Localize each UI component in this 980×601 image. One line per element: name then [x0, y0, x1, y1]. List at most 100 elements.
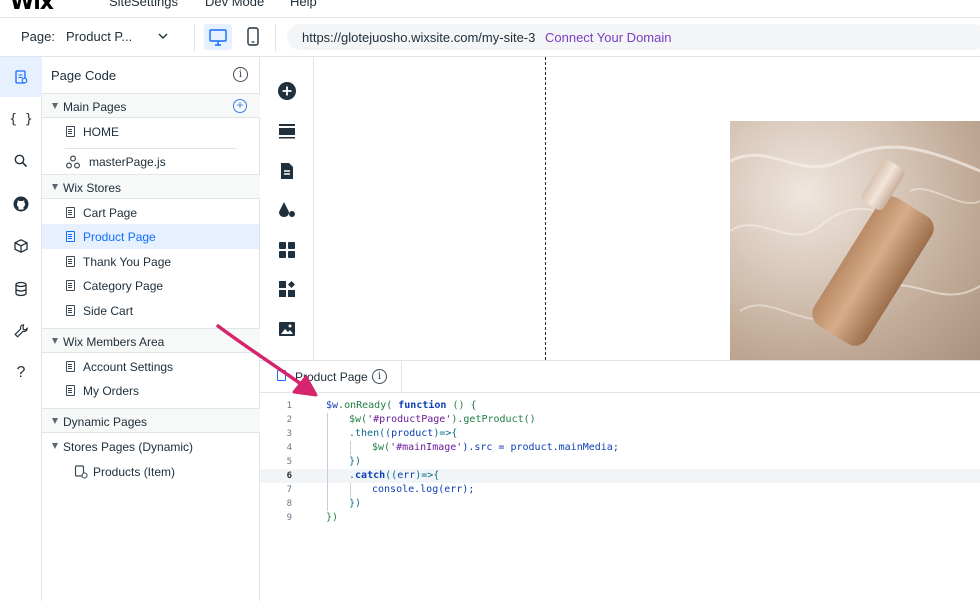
file-home[interactable]: HOME: [42, 119, 259, 144]
code-text: .catch((err)=>{: [349, 470, 440, 481]
code-text: .then((product)=>{: [349, 428, 458, 439]
pages-menu-icon[interactable]: [277, 161, 297, 181]
code-line: 5 }): [260, 455, 980, 469]
file-product-page[interactable]: Product Page: [42, 224, 259, 249]
file-label: My Orders: [83, 384, 140, 398]
info-icon[interactable]: i: [233, 67, 248, 82]
file-account-settings[interactable]: Account Settings: [42, 354, 259, 379]
info-icon[interactable]: i: [372, 369, 387, 384]
code-line: 3 .then((product)=>{: [260, 427, 980, 441]
packages-icon: [14, 239, 28, 253]
file-label: Products (Item): [93, 465, 176, 479]
line-number: 1: [286, 401, 292, 411]
file-cart-page[interactable]: Cart Page: [42, 200, 259, 225]
line-number: 9: [286, 513, 292, 523]
line-number: 7: [286, 485, 292, 495]
toolbar-divider: [194, 24, 195, 52]
code-text: console.log(err);: [372, 484, 475, 495]
rail-databases[interactable]: [0, 269, 42, 309]
dynamic-page-icon: [74, 465, 88, 479]
chevron-down-icon[interactable]: [157, 30, 169, 42]
menu-help[interactable]: Help: [290, 0, 317, 9]
media-icon[interactable]: [277, 319, 297, 339]
code-text: $w('#productPage').getProduct(): [349, 414, 536, 425]
left-icon-rail: { } ?: [0, 57, 42, 601]
rail-developer-tools[interactable]: [0, 311, 42, 351]
section-wix-members[interactable]: Wix Members Area: [42, 328, 260, 353]
add-page-icon[interactable]: +: [233, 99, 247, 113]
code-editor[interactable]: Product Page i 1 $w.onReady( function ()…: [260, 360, 980, 601]
collapse-triangle-icon: [52, 443, 58, 449]
mobile-view-button[interactable]: [242, 24, 264, 50]
code-area[interactable]: 1 $w.onReady( function () { 2 $w('#produ…: [260, 399, 980, 525]
code-line-active: 6 .catch((err)=>{: [260, 469, 980, 483]
file-category-page[interactable]: Category Page: [42, 273, 259, 298]
file-label: Cart Page: [83, 206, 138, 220]
section-label: Dynamic Pages: [63, 415, 148, 429]
section-label: Wix Stores: [63, 181, 122, 195]
section-main-pages[interactable]: Main Pages +: [42, 93, 260, 118]
menu-dev-mode[interactable]: Dev Mode: [205, 0, 264, 9]
help-icon: ?: [16, 364, 26, 381]
file-label: Product Page: [83, 230, 156, 244]
page-file-icon: [66, 280, 75, 291]
rail-page-code[interactable]: [0, 57, 42, 97]
connect-domain-link[interactable]: Connect Your Domain: [545, 30, 671, 45]
rail-public-backend[interactable]: { }: [0, 99, 42, 139]
rail-packages[interactable]: [0, 226, 42, 266]
section-wix-stores[interactable]: Wix Stores: [42, 174, 260, 199]
line-number: 8: [286, 499, 292, 509]
desktop-icon: [209, 29, 227, 46]
page-selector[interactable]: Product P...: [66, 29, 132, 44]
rail-help[interactable]: ?: [0, 353, 42, 393]
page-file-icon: [66, 385, 75, 396]
page-file-icon: [66, 126, 75, 137]
site-design-icon[interactable]: [277, 200, 297, 220]
page-code-panel: Page Code i Main Pages + HOME masterPage…: [42, 57, 260, 601]
code-text: }): [349, 498, 362, 509]
file-label: Side Cart: [83, 304, 134, 318]
line-number: 6: [286, 471, 292, 481]
file-label: HOME: [83, 125, 119, 139]
code-line: 8 }): [260, 497, 980, 511]
rail-github[interactable]: [0, 184, 42, 224]
code-line: 7 console.log(err);: [260, 483, 980, 497]
section-dynamic-pages[interactable]: Dynamic Pages: [42, 408, 260, 433]
page-code-icon: [15, 70, 28, 84]
section-label: Main Pages: [63, 100, 127, 114]
editor-canvas[interactable]: [314, 57, 980, 360]
file-my-orders[interactable]: My Orders: [42, 378, 259, 403]
file-products-item[interactable]: Products (Item): [42, 459, 259, 484]
tab-divider: [260, 392, 980, 393]
code-line: 4 $w('#mainImage').src = product.mainMed…: [260, 441, 980, 455]
add-elements-icon[interactable]: [277, 81, 297, 101]
add-section-icon[interactable]: [277, 121, 297, 141]
top-menubar: Wix Site Settings Dev Mode Help: [0, 0, 980, 18]
app-market-icon[interactable]: [277, 240, 297, 260]
desktop-view-button[interactable]: [204, 24, 232, 50]
site-url[interactable]: https://glotejuosho.wixsite.com/my-site-…: [302, 30, 535, 45]
product-image[interactable]: [730, 121, 980, 360]
my-business-icon[interactable]: [277, 279, 297, 299]
github-icon: [13, 196, 29, 212]
code-braces-icon: { }: [9, 111, 33, 127]
file-master-page[interactable]: masterPage.js: [42, 149, 259, 174]
editor-toolbar: Page: Product P... https://glotejuosho.w…: [0, 18, 980, 57]
line-number: 4: [286, 443, 292, 453]
rail-search[interactable]: [0, 141, 42, 181]
tools-icon: [14, 324, 28, 338]
file-thank-you-page[interactable]: Thank You Page: [42, 249, 259, 274]
line-number: 5: [286, 457, 292, 467]
editor-tab-product-page[interactable]: Product Page i: [260, 361, 402, 392]
wix-logo[interactable]: Wix: [10, 0, 54, 15]
menu-settings[interactable]: Settings: [131, 0, 178, 9]
file-label: Account Settings: [83, 360, 174, 374]
code-line: 9 }): [260, 511, 980, 525]
file-side-cart[interactable]: Side Cart: [42, 298, 259, 323]
page-file-icon: [66, 305, 75, 316]
toolbar-divider: [275, 24, 276, 52]
folder-stores-pages-dynamic[interactable]: Stores Pages (Dynamic): [42, 434, 259, 459]
menu-site[interactable]: Site: [109, 0, 131, 9]
page-file-icon: [66, 256, 75, 267]
site-url-bar[interactable]: https://glotejuosho.wixsite.com/my-site-…: [287, 24, 980, 50]
